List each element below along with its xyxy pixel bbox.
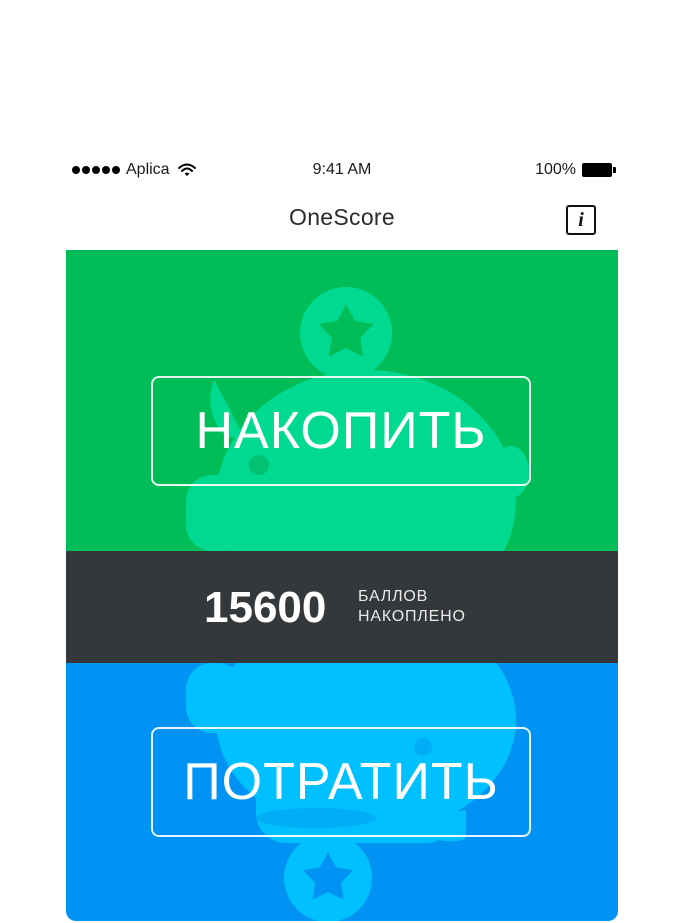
status-bar: Aplica 9:41 AM 100% <box>66 158 618 184</box>
spend-button-label: ПОТРАТИТЬ <box>183 753 499 811</box>
spend-button[interactable]: ПОТРАТИТЬ <box>151 727 531 837</box>
earn-button[interactable]: НАКОПИТЬ <box>151 376 531 486</box>
app-body: НАКОПИТЬ 15600 БАЛЛОВ НАКОПЛЕНО ПОТРАТИТ… <box>66 250 618 921</box>
app-title: OneScore <box>289 204 395 230</box>
navigation-bar: OneScore i <box>66 190 618 248</box>
info-icon: i <box>578 209 584 231</box>
balance-panel <box>66 551 618 663</box>
status-right: 100% <box>535 161 616 179</box>
battery-percentage: 100% <box>535 161 576 178</box>
info-button[interactable]: i <box>566 205 596 235</box>
earn-button-label: НАКОПИТЬ <box>195 402 487 460</box>
battery-icon <box>582 163 616 177</box>
points-balance: 15600 <box>204 583 327 632</box>
points-caption-line2: НАКОПЛЕНО <box>358 608 466 625</box>
points-caption: БАЛЛОВ НАКОПЛЕНО <box>358 587 466 627</box>
points-caption-line1: БАЛЛОВ <box>358 588 429 605</box>
